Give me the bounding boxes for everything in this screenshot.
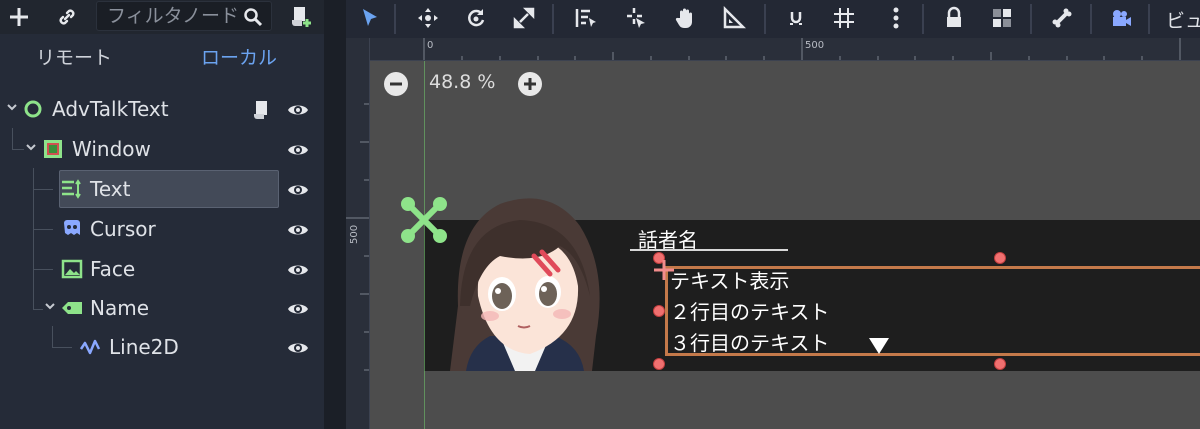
zoom-out-button[interactable] <box>384 72 408 96</box>
pan-mode-icon[interactable] <box>674 6 698 30</box>
canvas-toolbar: ビュ <box>346 0 1200 38</box>
script-icon[interactable] <box>250 99 272 121</box>
plus-icon <box>524 78 536 90</box>
select-mode-icon[interactable] <box>358 6 382 30</box>
tree-item-label: Window <box>72 137 151 161</box>
minus-icon <box>390 82 402 86</box>
chevron-down-icon[interactable] <box>25 141 37 153</box>
anchor-cross-icon[interactable] <box>652 258 676 282</box>
smart-snap-icon[interactable] <box>784 6 808 30</box>
dock-tabs: リモート ローカル <box>0 42 324 76</box>
add-node-button[interactable] <box>6 4 32 30</box>
script-add-icon <box>292 7 311 27</box>
tree-item-label: AdvTalkText <box>52 97 169 121</box>
zoom-level[interactable]: 48.8 % <box>429 71 495 93</box>
visibility-eye-icon[interactable] <box>287 298 309 320</box>
toolbar-separator <box>1030 4 1032 34</box>
list-select-icon[interactable] <box>574 6 598 30</box>
dock-splitter[interactable] <box>324 0 346 429</box>
link-icon <box>59 9 75 25</box>
visibility-eye-icon[interactable] <box>287 219 309 241</box>
toolbar-separator <box>1090 4 1092 34</box>
tree-item-face[interactable]: Face <box>0 251 324 289</box>
next-page-cursor[interactable] <box>869 338 889 354</box>
label-icon <box>62 302 82 314</box>
line2d-icon <box>80 339 101 355</box>
toolbar-separator <box>552 4 554 34</box>
view-menu-button[interactable]: ビュ <box>1166 6 1200 33</box>
ruler-vertical[interactable]: 500 <box>346 38 370 429</box>
move-mode-icon[interactable] <box>416 6 440 30</box>
ruler-label: 500 <box>805 40 825 51</box>
tree-item-label: Line2D <box>109 335 179 359</box>
tab-local[interactable]: ローカル <box>201 42 277 74</box>
attach-script-button[interactable] <box>286 2 316 32</box>
face-portrait-image <box>450 198 600 371</box>
toolbar-separator <box>394 4 396 34</box>
name-underline <box>630 249 788 251</box>
nine-patch-icon <box>44 140 62 158</box>
tree-item-label: Face <box>90 257 136 281</box>
instance-scene-button[interactable] <box>54 4 80 30</box>
text-line-1: テキスト表示 <box>670 269 790 293</box>
chevron-down-icon[interactable] <box>6 101 18 113</box>
resize-handle-bottom[interactable] <box>994 358 1006 370</box>
pivot-mode-icon[interactable] <box>624 6 648 30</box>
tab-remote[interactable]: リモート <box>36 42 112 74</box>
ruler-ticks <box>423 38 1181 60</box>
scene-dock: フィルタノード リモート ローカル AdvTalkText Window Tex… <box>0 0 324 429</box>
toolbar-separator <box>764 4 766 34</box>
visibility-eye-icon[interactable] <box>287 139 309 161</box>
texture-rect-icon <box>61 259 83 279</box>
bone-icon[interactable] <box>1050 6 1074 30</box>
visibility-eye-icon[interactable] <box>287 337 309 359</box>
visibility-eye-icon[interactable] <box>287 99 309 121</box>
filter-placeholder: フィルタノード <box>107 5 240 27</box>
plus-icon <box>10 8 28 26</box>
tree-item-label: Name <box>90 296 150 320</box>
search-icon <box>244 8 263 27</box>
grid-snap-icon[interactable] <box>832 6 856 30</box>
visibility-eye-icon[interactable] <box>287 259 309 281</box>
toolbar-separator <box>1148 4 1150 34</box>
ruler-mode-icon[interactable] <box>722 6 746 30</box>
tree-item-text[interactable]: Text <box>0 171 324 209</box>
node-icon <box>24 100 42 118</box>
toolbar-separator <box>922 4 924 34</box>
rotate-mode-icon[interactable] <box>464 6 488 30</box>
lock-icon[interactable] <box>942 6 966 30</box>
chevron-down-icon[interactable] <box>44 300 56 312</box>
camera-icon[interactable] <box>1108 6 1134 30</box>
text-line-2: ２行目のテキスト <box>670 300 830 324</box>
pivot-handle-icon[interactable] <box>398 194 450 246</box>
cursor-sprite-icon <box>64 220 80 235</box>
more-options-icon[interactable] <box>884 6 908 30</box>
resize-handle-left[interactable] <box>653 305 665 317</box>
ruler-label: 0 <box>427 40 434 51</box>
text-line-3: ３行目のテキスト <box>670 331 830 355</box>
group-icon[interactable] <box>990 6 1014 30</box>
tree-item-cursor[interactable]: Cursor <box>0 211 324 249</box>
resize-handle-top[interactable] <box>994 252 1006 264</box>
tree-item-window[interactable]: Window <box>0 131 324 169</box>
visibility-eye-icon[interactable] <box>287 179 309 201</box>
tree-item-label: Cursor <box>90 217 156 241</box>
ruler-horizontal[interactable]: 0 500 <box>370 38 1200 61</box>
scale-mode-icon[interactable] <box>512 6 536 30</box>
tree-item-name[interactable]: Name <box>0 290 324 328</box>
scene-dock-toolbar: フィルタノード <box>0 0 324 34</box>
rich-text-label-icon <box>62 179 81 199</box>
tree-item-line2d[interactable]: Line2D <box>0 329 324 367</box>
tree-item-advtalktext[interactable]: AdvTalkText <box>0 91 324 129</box>
godot-editor: フィルタノード リモート ローカル AdvTalkText Window Tex… <box>0 0 1200 429</box>
ruler-label: 500 <box>349 224 360 244</box>
zoom-in-button[interactable] <box>518 72 542 96</box>
tree-item-label: Text <box>90 177 131 201</box>
resize-handle-bottom-left[interactable] <box>653 358 665 370</box>
filter-nodes-input[interactable]: フィルタノード <box>96 1 272 31</box>
